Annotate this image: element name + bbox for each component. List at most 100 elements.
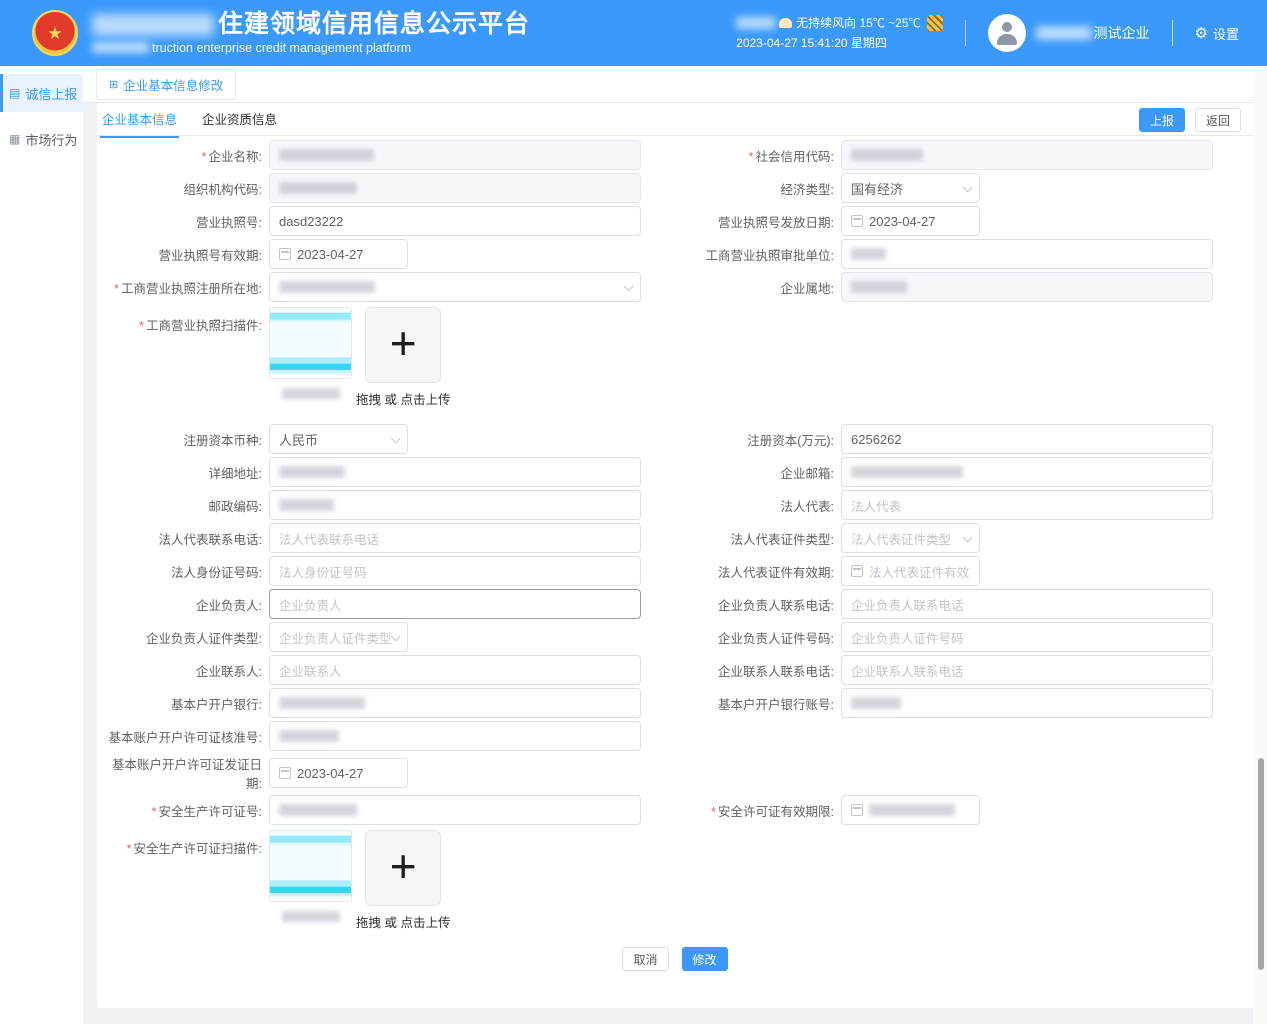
form-row: 邮政编码:法人代表:法人代表 <box>97 490 1253 520</box>
legal-rep-cert-valid-date-input[interactable]: 法人代表证件有效期 <box>841 556 980 586</box>
page-title: 住建领域信用信息公示平台 <box>218 11 530 39</box>
credit-code-input <box>841 140 1213 170</box>
company-contact-input[interactable]: 企业联系人 <box>269 655 641 685</box>
form-row: 法人代表联系电话:法人代表联系电话法人代表证件类型:法人代表证件类型 <box>97 523 1253 553</box>
grid-icon: ⊞ <box>109 78 118 91</box>
business-license-no-label: 营业执照号: <box>97 212 269 231</box>
sidebar-item-market-behavior[interactable]: ▦ 市场行为 <box>0 120 83 158</box>
main-area: ⊞ 企业基本信息修改 企业基本信息 企业资质信息 上报 返回 *企业名称:*社会… <box>83 66 1267 1024</box>
license-approve-unit-input[interactable] <box>841 239 1213 269</box>
legal-rep-cert-type-label: 法人代表证件类型: <box>669 529 841 548</box>
form-row: 营业执照号:dasd23222营业执照号发放日期:2023-04-27 <box>97 206 1253 236</box>
user-redacted-prefix <box>1036 26 1092 40</box>
plus-icon: + <box>390 843 417 889</box>
license-valid-date-date-input[interactable]: 2023-04-27 <box>269 239 408 269</box>
tab-company-basic-info-edit[interactable]: ⊞ 企业基本信息修改 <box>96 69 236 100</box>
title-redacted-prefix <box>92 14 214 36</box>
economy-type-select[interactable]: 国有经济 <box>841 173 980 203</box>
subtab-qualification-info[interactable]: 企业资质信息 <box>200 103 279 138</box>
license-approve-unit-label: 工商营业执照审批单位: <box>669 245 841 264</box>
company-email-label: 企业邮箱: <box>669 463 841 482</box>
legal-rep-id-input[interactable]: 法人身份证号码 <box>269 556 641 586</box>
postcode-input[interactable] <box>269 490 641 520</box>
manager-input[interactable]: 企业负责人 <box>269 589 641 619</box>
basic-bank-label: 基本户开户银行: <box>97 694 269 713</box>
address-input[interactable] <box>269 457 641 487</box>
form-row: 企业负责人:企业负责人企业负责人联系电话:企业负责人联系电话 <box>97 589 1253 619</box>
form-row: *安全生产许可证号: *安全许可证有效期限: <box>97 795 1253 825</box>
legal-rep-input[interactable]: 法人代表 <box>841 490 1213 520</box>
bank-permit-date-date-input[interactable]: 2023-04-27 <box>269 758 408 788</box>
license-issue-date-date-input[interactable]: 2023-04-27 <box>841 206 980 236</box>
masked-value <box>851 248 886 260</box>
masked-value <box>279 182 357 194</box>
safety-license-valid-label: *安全许可证有效期限: <box>669 801 841 820</box>
registered-capital-input[interactable]: 6256262 <box>841 424 1213 454</box>
business-license-scan-row: *工商营业执照扫描件:+拖拽 或 点击上传 <box>97 307 1253 408</box>
legal-rep-cert-type-select[interactable]: 法人代表证件类型 <box>841 523 980 553</box>
required-asterisk: * <box>127 842 132 856</box>
business-license-scan-label: *工商营业执照扫描件: <box>97 307 269 334</box>
business-license-scan-preview-thumbnail[interactable] <box>269 307 352 379</box>
form-row: *企业名称:*社会信用代码: <box>97 140 1253 170</box>
manager-phone-input[interactable]: 企业负责人联系电话 <box>841 589 1213 619</box>
form-row: 组织机构代码:经济类型:国有经济 <box>97 173 1253 203</box>
grid-icon: ▦ <box>9 132 20 146</box>
business-license-scan-upload-dropzone[interactable]: + <box>365 307 441 383</box>
calendar-icon <box>279 767 291 779</box>
settings-button[interactable]: ⚙ 设置 <box>1195 24 1239 43</box>
field-placeholder: 法人代表证件有效期 <box>869 562 970 581</box>
chevron-down-icon <box>963 532 973 542</box>
basic-bank-account-input[interactable] <box>841 688 1213 718</box>
app-header: 住建领域信用信息公示平台 truction enterprise credit … <box>0 0 1267 66</box>
manager-phone-label: 企业负责人联系电话: <box>669 595 841 614</box>
field-value: 2023-04-27 <box>297 247 364 262</box>
required-asterisk: * <box>202 150 207 164</box>
back-button[interactable]: 返回 <box>1195 108 1241 132</box>
capital-currency-select[interactable]: 人民币 <box>269 424 408 454</box>
manager-cert-no-input[interactable]: 企业负责人证件号码 <box>841 622 1213 652</box>
manager-cert-type-select[interactable]: 企业负责人证件类型 <box>269 622 408 652</box>
subtab-basic-info[interactable]: 企业基本信息 <box>100 103 179 138</box>
report-button[interactable]: 上报 <box>1139 108 1185 132</box>
page-subtitle: truction enterprise credit management pl… <box>152 41 411 55</box>
weather-badge-icon <box>927 15 943 31</box>
contact-phone-input[interactable]: 企业联系人联系电话 <box>841 655 1213 685</box>
user-avatar-icon <box>988 14 1026 52</box>
business-license-no-input[interactable]: dasd23222 <box>269 206 641 236</box>
gear-icon: ⚙ <box>1195 24 1208 42</box>
calendar-icon <box>279 248 291 260</box>
basic-bank-input[interactable] <box>269 688 641 718</box>
header-divider <box>1172 20 1173 46</box>
license-reg-location-select[interactable] <box>269 272 641 302</box>
modify-button[interactable]: 修改 <box>682 947 728 971</box>
national-emblem-logo <box>32 10 78 56</box>
user-menu[interactable]: 测试企业 <box>988 14 1150 52</box>
form-row: 基本户开户银行: 基本户开户银行账号: <box>97 688 1253 718</box>
field-value: dasd23222 <box>279 214 343 229</box>
masked-value <box>851 281 907 293</box>
safety-license-valid-date-input[interactable] <box>841 795 980 825</box>
manager-cert-type-label: 企业负责人证件类型: <box>97 628 269 647</box>
masked-filename <box>282 388 340 399</box>
cancel-button[interactable]: 取消 <box>622 947 668 971</box>
masked-value <box>279 697 365 709</box>
field-value: 2023-04-27 <box>297 766 364 781</box>
safety-license-scan-preview-thumbnail[interactable] <box>269 830 352 902</box>
safety-license-scan-upload-dropzone[interactable]: + <box>365 830 441 906</box>
field-placeholder: 法人代表联系电话 <box>279 529 379 548</box>
bank-permit-no-input[interactable] <box>269 721 641 751</box>
sidebar-item-credit-report[interactable]: ▤ 诚信上报 <box>0 74 83 112</box>
scrollbar-thumb[interactable] <box>1258 758 1264 970</box>
required-asterisk: * <box>114 282 119 296</box>
form-row: 注册资本币种:人民币注册资本(万元):6256262 <box>97 424 1253 454</box>
legal-rep-cert-valid-label: 法人代表证件有效期: <box>669 562 841 581</box>
legal-rep-phone-input[interactable]: 法人代表联系电话 <box>269 523 641 553</box>
company-email-input[interactable] <box>841 457 1213 487</box>
safety-license-no-input[interactable] <box>269 795 641 825</box>
basic-bank-account-label: 基本户开户银行账号: <box>669 694 841 713</box>
license-reg-location-label: *工商营业执照注册所在地: <box>97 278 269 297</box>
page-tabstrip: ⊞ 企业基本信息修改 <box>83 66 1267 103</box>
safety-license-no-label: *安全生产许可证号: <box>97 801 269 820</box>
form-row: 营业执照号有效期:2023-04-27工商营业执照审批单位: <box>97 239 1253 269</box>
